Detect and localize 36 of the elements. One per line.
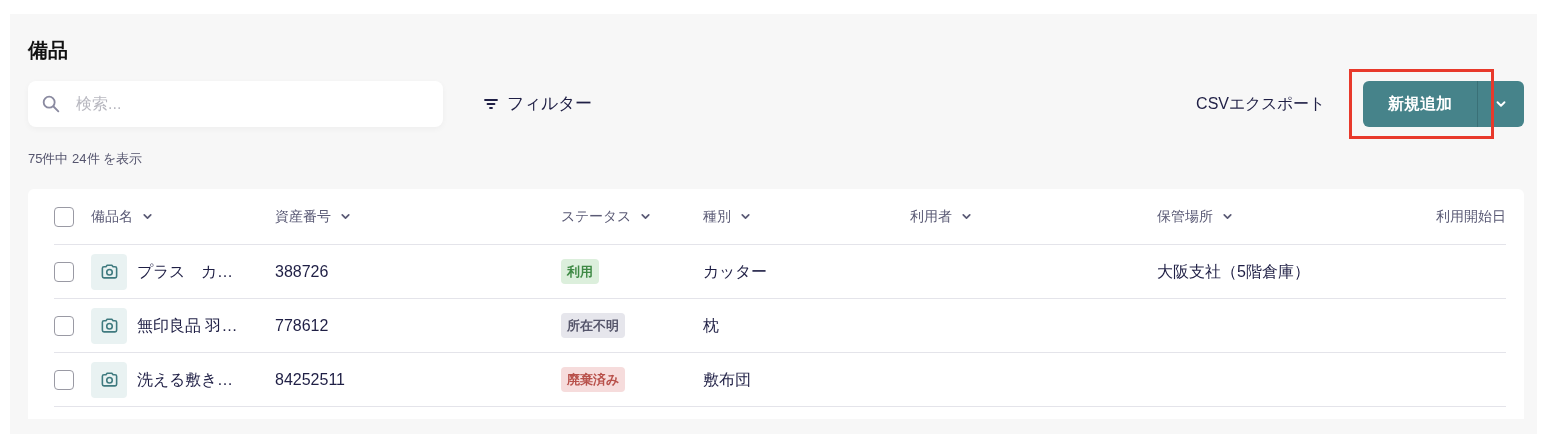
checkbox[interactable] xyxy=(54,369,74,390)
filter-icon xyxy=(483,97,499,111)
asset-number: 84252511 xyxy=(275,369,345,390)
page-title: 備品 xyxy=(28,38,68,63)
result-count: 75件中 24件 を表示 xyxy=(28,150,143,168)
column-header[interactable]: 資産番号 xyxy=(275,206,352,227)
add-new-button[interactable]: 新規追加 xyxy=(1363,81,1478,127)
checkbox[interactable] xyxy=(54,261,74,282)
filter-button[interactable]: フィルター xyxy=(481,91,594,117)
column-header[interactable]: 備品名 xyxy=(91,206,154,227)
location-cell-text: 大阪支社（5階倉庫） xyxy=(1157,261,1310,282)
search-field[interactable]: 検索... xyxy=(28,81,443,127)
column-header[interactable]: 利用開始日 xyxy=(1436,206,1506,227)
camera-icon xyxy=(99,262,119,281)
type-cell-text: 枕 xyxy=(703,315,719,336)
camera-icon xyxy=(99,316,119,335)
checkbox[interactable] xyxy=(54,315,74,336)
column-header[interactable]: ステータス xyxy=(561,206,652,227)
item-name: 無印良品 羽… xyxy=(137,315,238,336)
status-badge: 廃棄済み xyxy=(561,366,625,393)
column-header[interactable]: 利用者 xyxy=(910,206,973,227)
csv-export-button[interactable]: CSVエクスポート xyxy=(1194,92,1327,116)
type-cell-text: 敷布団 xyxy=(703,369,751,390)
search-icon xyxy=(40,93,62,115)
item-name: 洗える敷き… xyxy=(137,369,233,390)
checkbox[interactable] xyxy=(54,206,74,227)
dropdown-button[interactable] xyxy=(1478,81,1524,127)
column-header[interactable]: 種別 xyxy=(703,206,752,227)
item-name: プラス カ… xyxy=(137,261,233,282)
asset-number: 388726 xyxy=(275,261,329,282)
asset-number: 778612 xyxy=(275,315,329,336)
column-header[interactable]: 保管場所 xyxy=(1157,206,1234,227)
type-cell-text: カッター xyxy=(703,261,767,282)
status-badge: 所在不明 xyxy=(561,312,625,339)
status-badge: 利用 xyxy=(561,258,599,285)
camera-icon xyxy=(99,370,119,389)
